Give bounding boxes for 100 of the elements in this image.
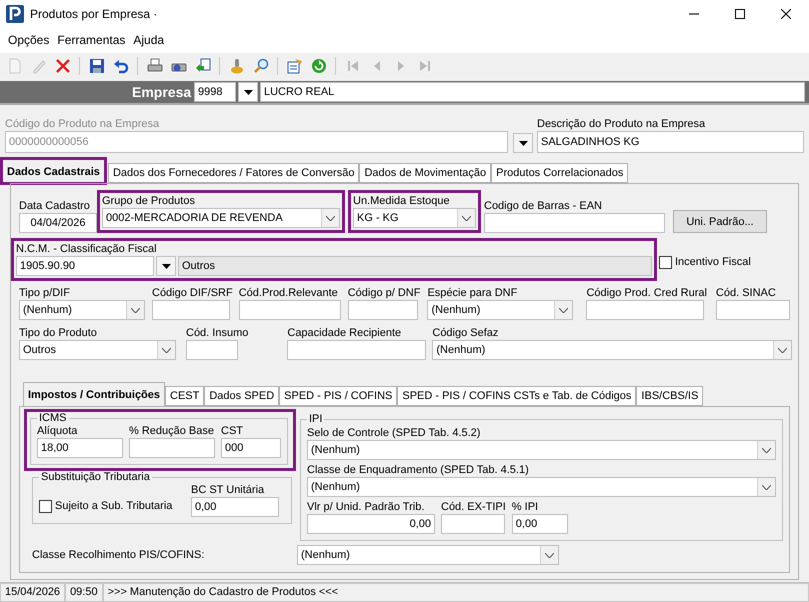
field-label: Grupo de Produtos: [102, 194, 196, 208]
caret-icon: [162, 348, 171, 352]
page-icon: [6, 58, 22, 74]
maximize-icon: [735, 8, 745, 18]
caret-icon: [778, 348, 788, 352]
tab[interactable]: CEST: [165, 386, 204, 406]
field-label: Tipo p/DIF: [19, 286, 71, 300]
text-field[interactable]: 18,00: [37, 438, 123, 458]
ncm-field[interactable]: 1905.90.90: [16, 256, 154, 276]
field-label: Tipo do Produto: [19, 326, 98, 340]
status-text: 15/04/2026: [0, 583, 66, 602]
tab[interactable]: SPED - PIS / COFINS: [279, 386, 398, 406]
field-label: Cód. SINAC: [716, 286, 777, 300]
field-label: Data Cadastro: [19, 199, 91, 213]
text-field[interactable]: [586, 300, 704, 320]
field-label: Cód. Insumo: [186, 326, 248, 340]
group-title: Substituição Tributaria: [40, 471, 151, 483]
app-logo-icon: [6, 4, 24, 22]
unit-button[interactable]: Uni. Padrão...: [673, 210, 767, 233]
field-label: Codigo de Barras - EAN: [484, 199, 603, 213]
field-label: Vlr p/ Unid. Padrão Trib.: [307, 500, 426, 514]
checkbox[interactable]: [39, 500, 52, 512]
field-label: Capacidade Recipiente: [287, 326, 402, 340]
group-title: ICMS: [38, 412, 68, 424]
field-label: Código DIF/SRF: [152, 286, 233, 300]
field-label: Alíquota: [37, 424, 78, 438]
caret-icon: [162, 264, 170, 268]
caret-icon: [545, 552, 554, 558]
caret-icon: [244, 90, 252, 94]
tab[interactable]: Dados de Movimentação: [359, 163, 492, 183]
field-label: BC ST Unitária: [191, 483, 266, 497]
checkbox-label: Sujeito a Sub. Tributaria: [55, 499, 172, 513]
text-field[interactable]: [186, 340, 238, 360]
status-text: 09:50: [65, 583, 103, 602]
caret-icon: [326, 216, 335, 220]
dropdown-field[interactable]: (Nenhum): [432, 340, 792, 360]
tab[interactable]: IBS/CBS/IS: [636, 386, 704, 406]
text-field[interactable]: 0,00: [512, 514, 568, 534]
dropdown-field[interactable]: (Nenhum): [297, 545, 559, 565]
field-label: % IPI: [512, 500, 540, 514]
text-field[interactable]: [716, 300, 790, 320]
company-label: Empresa: [132, 84, 192, 100]
text-field[interactable]: [287, 340, 426, 360]
group-title: IPI: [308, 413, 324, 425]
menu-item[interactable]: Ferramentas: [55, 33, 128, 47]
printer-icon: [146, 58, 162, 74]
checkbox-label: Incentivo Fiscal: [675, 255, 751, 269]
tab[interactable]: Dados SPED: [204, 386, 280, 406]
caret-icon: [518, 140, 528, 146]
dropdown-field[interactable]: (Nenhum): [307, 477, 776, 497]
refresh-icon: [310, 58, 326, 74]
field-label: CST: [221, 424, 244, 438]
menu-item[interactable]: Ajuda: [131, 33, 166, 47]
dropdown-button[interactable]: [513, 133, 533, 153]
tab[interactable]: Impostos / Contribuições: [23, 382, 166, 406]
text-field[interactable]: 0,00: [191, 497, 279, 517]
tab[interactable]: Produtos Correlacionados: [491, 163, 628, 183]
document-arrow-icon: [194, 58, 210, 74]
tab[interactable]: Dados Cadastrais: [2, 159, 105, 183]
menu-item[interactable]: Opções: [6, 33, 52, 47]
text-field[interactable]: [484, 213, 665, 233]
ncm-description-field[interactable]: Outros: [178, 256, 652, 276]
field-label: Código do Produto na Empresa: [5, 117, 160, 131]
company-name-field[interactable]: LUCRO REAL: [260, 82, 805, 102]
window-title: Produtos por Empresa ·: [30, 6, 158, 20]
search-icon: [252, 58, 268, 74]
text-field[interactable]: [238, 300, 341, 320]
text-field[interactable]: [129, 438, 215, 458]
dropdown-field[interactable]: (Nenhum): [19, 300, 145, 320]
field-label: % Redução Base: [129, 424, 215, 438]
field-label: Espécie para DNF: [427, 286, 518, 300]
dropdown-field[interactable]: 0002-MERCADORIA DE REVENDA: [102, 208, 340, 228]
field-label: Classe de Enquadramento (SPED Tab. 4.5.1): [307, 463, 530, 477]
dropdown-field[interactable]: (Nenhum): [307, 440, 776, 460]
field-label: N.C.M. - Classificação Fiscal: [16, 242, 158, 256]
undo-icon: [112, 58, 128, 74]
text-field[interactable]: 000: [221, 438, 281, 458]
text-field[interactable]: [441, 514, 505, 534]
field-label: Selo de Controle (SPED Tab. 4.5.2): [307, 426, 482, 440]
field-label: Código p/ DNF: [348, 286, 420, 300]
status-text: >>> Manutenção do Cadastro de Produtos <<<: [102, 583, 809, 602]
dropdown-field[interactable]: (Nenhum): [427, 300, 574, 320]
text-field[interactable]: [348, 300, 418, 320]
caret-icon: [462, 216, 471, 220]
dropdown-button[interactable]: [156, 256, 176, 276]
caret-icon: [131, 308, 140, 312]
text-field[interactable]: [152, 300, 230, 320]
field-label: Código Sefaz: [432, 326, 500, 340]
text-field[interactable]: 0,00: [307, 514, 435, 534]
tab[interactable]: SPED - PIS / COFINS CSTs e Tab. de Códigos: [397, 386, 636, 406]
pencil-icon: [30, 58, 46, 74]
dropdown-field[interactable]: Outros: [19, 340, 176, 360]
dropdown-field[interactable]: KG - KG: [353, 208, 476, 228]
date-field[interactable]: 04/04/2026: [19, 213, 97, 233]
tab[interactable]: Dados dos Fornecedores / Fatores de Conversão: [108, 163, 360, 183]
dropdown-button[interactable]: [238, 82, 258, 102]
product-description-field[interactable]: SALGADINHOS KG: [537, 131, 804, 153]
company-code-field[interactable]: 9998: [194, 82, 236, 102]
checkbox[interactable]: [659, 256, 672, 268]
cross-icon: [54, 58, 70, 74]
